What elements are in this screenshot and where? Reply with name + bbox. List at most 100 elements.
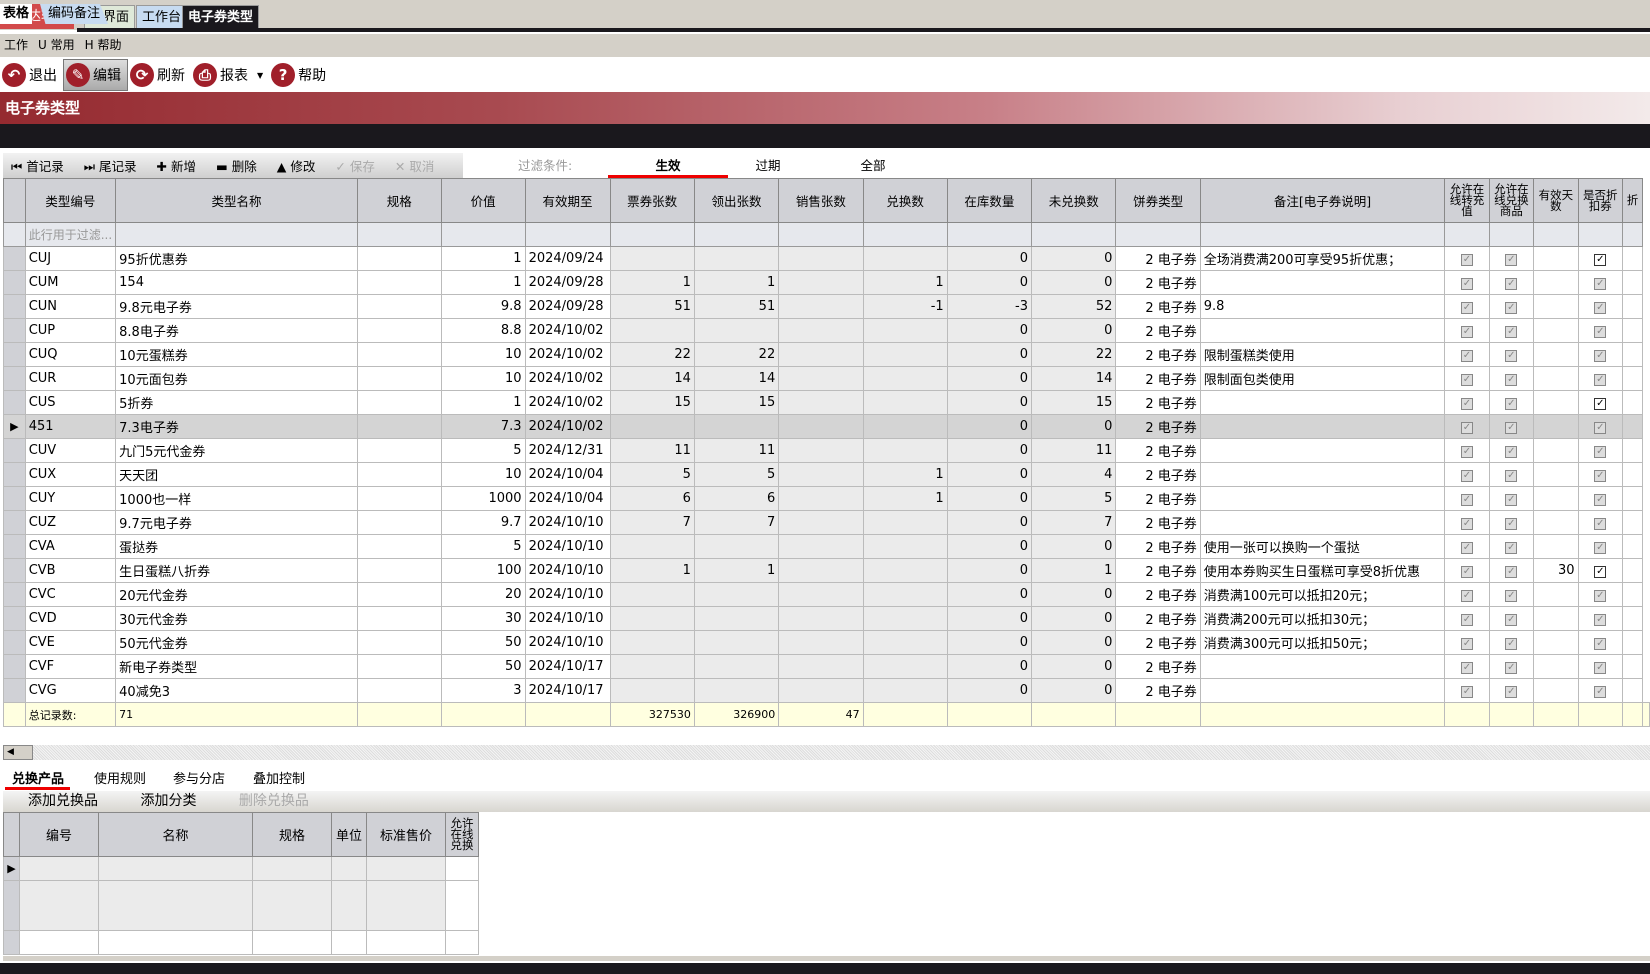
- cell-value[interactable]: 1: [440, 246, 526, 271]
- scroll-left-button[interactable]: ◀: [3, 745, 33, 760]
- cell-issued[interactable]: [693, 534, 780, 559]
- table-row[interactable]: CUR 10元面包券 10 2024/10/02 14 14 0 14 2 电子券 限制面包类使用…: [3, 366, 1650, 391]
- cell-stock[interactable]: 0: [946, 678, 1033, 703]
- row-selector[interactable]: [3, 246, 26, 271]
- online-exchange-checkbox[interactable]: ✓: [1488, 486, 1535, 511]
- cell-issued[interactable]: 14: [693, 366, 780, 391]
- cell-unredeemed[interactable]: 1: [1031, 558, 1117, 583]
- online-exchange-checkbox[interactable]: ✓: [1488, 246, 1535, 271]
- cell-spec[interactable]: [356, 246, 442, 271]
- table-row[interactable]: CVE 50元代金券 50 2024/10/10 0 0 2 电子券 消费满300元可以抵扣5…: [3, 630, 1650, 655]
- cell-valid-days[interactable]: [1533, 462, 1579, 487]
- cell-name[interactable]: 8.8电子券: [115, 318, 358, 343]
- col-header-type[interactable]: 饼券类型: [1115, 178, 1201, 223]
- cell-value[interactable]: 8.8: [440, 318, 526, 343]
- cell-stock[interactable]: 0: [946, 438, 1033, 463]
- cell-note[interactable]: [1199, 414, 1446, 439]
- cell-type[interactable]: 2 电子券: [1115, 414, 1201, 439]
- online-recharge-checkbox[interactable]: ✓: [1444, 294, 1490, 319]
- cell-unredeemed[interactable]: 11: [1031, 438, 1117, 463]
- online-recharge-checkbox[interactable]: ✓: [1444, 390, 1490, 415]
- cell-expiry[interactable]: 2024/10/10: [524, 534, 611, 559]
- cell-type[interactable]: 2 电子券: [1115, 510, 1201, 535]
- row-selector[interactable]: [3, 510, 26, 535]
- tab-code-notes[interactable]: 编码备注: [40, 4, 109, 24]
- cell-unredeemed[interactable]: 52: [1031, 294, 1117, 319]
- cell-sold[interactable]: [778, 534, 864, 559]
- cell-valid-days[interactable]: [1533, 630, 1579, 655]
- cell-spec[interactable]: [356, 486, 442, 511]
- add-category-button[interactable]: 添加分类: [140, 793, 196, 809]
- cell-exchanged[interactable]: [862, 414, 948, 439]
- table-row[interactable]: CUY 1000也一样 1000 2024/10/04 6 6 1 0 5 2 电子券 ✓ ✓ ✓: [3, 486, 1650, 511]
- cell-exchanged[interactable]: [862, 558, 948, 583]
- cell-value[interactable]: 5: [440, 438, 526, 463]
- online-recharge-checkbox[interactable]: ✓: [1444, 678, 1490, 703]
- discount-checkbox[interactable]: ✓: [1577, 294, 1623, 319]
- online-recharge-checkbox[interactable]: ✓: [1444, 606, 1490, 631]
- cell-note[interactable]: 消费满300元可以抵扣50元；: [1199, 630, 1446, 655]
- discount-checkbox[interactable]: ✓: [1577, 246, 1623, 271]
- cell-type[interactable]: 2 电子券: [1115, 606, 1201, 631]
- filter-cell[interactable]: [1621, 222, 1644, 247]
- discount-checkbox[interactable]: ✓: [1577, 270, 1623, 295]
- cell-valid-days[interactable]: [1533, 654, 1579, 679]
- cell-stock[interactable]: 0: [946, 510, 1033, 535]
- row-selector[interactable]: [3, 582, 26, 607]
- cell-sold[interactable]: [778, 294, 864, 319]
- horizontal-scrollbar[interactable]: [3, 745, 1650, 760]
- discount-checkbox[interactable]: ✓: [1577, 390, 1623, 415]
- cell-code[interactable]: CVE: [24, 630, 117, 655]
- col-header-expiry[interactable]: 有效期至: [524, 178, 611, 223]
- cell-issued[interactable]: 11: [693, 438, 780, 463]
- row-selector[interactable]: [3, 270, 26, 295]
- edit-button[interactable]: ✎ 编辑: [63, 59, 128, 91]
- tab-exchange-products[interactable]: 兑换产品: [5, 768, 70, 790]
- row-selector[interactable]: [3, 318, 26, 343]
- cell-value[interactable]: 7.3: [440, 414, 526, 439]
- cell-spec[interactable]: [356, 366, 442, 391]
- cell-valid-days[interactable]: [1533, 606, 1579, 631]
- cell-expiry[interactable]: 2024/10/02: [524, 366, 611, 391]
- cell-stock[interactable]: 0: [946, 342, 1033, 367]
- row-selector[interactable]: [3, 438, 26, 463]
- tab-stacking[interactable]: 叠加控制: [253, 768, 305, 787]
- col-header-price[interactable]: 标准售价: [366, 812, 446, 857]
- cell-stock[interactable]: 0: [946, 462, 1033, 487]
- cell-exchanged[interactable]: [862, 678, 948, 703]
- cell-tickets[interactable]: [609, 414, 695, 439]
- cell-tickets[interactable]: 5: [609, 462, 695, 487]
- table-row[interactable]: CUV 九门5元代金券 5 2024/12/31 11 11 0 11 2 电子券 ✓ ✓ ✓: [3, 438, 1650, 463]
- cell-expiry[interactable]: 2024/10/10: [524, 510, 611, 535]
- cell-sold[interactable]: [778, 558, 864, 583]
- cell-issued[interactable]: [693, 606, 780, 631]
- col-header-tickets[interactable]: 票券张数: [609, 178, 695, 223]
- col-header-note[interactable]: 备注[电子券说明]: [1199, 178, 1446, 223]
- cell-value[interactable]: 100: [440, 558, 526, 583]
- cell-tickets[interactable]: [609, 630, 695, 655]
- cell-sold[interactable]: [778, 582, 864, 607]
- filter-cell[interactable]: [946, 222, 1033, 247]
- online-exchange-checkbox[interactable]: ✓: [1488, 654, 1535, 679]
- cell-tickets[interactable]: [609, 654, 695, 679]
- cell-sold[interactable]: [778, 486, 864, 511]
- cell-unredeemed[interactable]: 0: [1031, 678, 1117, 703]
- col-header-stock[interactable]: 在库数量: [946, 178, 1033, 223]
- cell-stock[interactable]: 0: [946, 558, 1033, 583]
- cell-stock[interactable]: 0: [946, 606, 1033, 631]
- discount-checkbox[interactable]: ✓: [1577, 678, 1623, 703]
- cell-spec[interactable]: [356, 510, 442, 535]
- table-row[interactable]: CVG 40减免3 3 2024/10/17 0 0 2 电子券 ✓ ✓ ✓: [3, 678, 1650, 703]
- cell-unredeemed[interactable]: 5: [1031, 486, 1117, 511]
- cell-expiry[interactable]: 2024/10/10: [524, 558, 611, 583]
- discount-checkbox[interactable]: ✓: [1577, 318, 1623, 343]
- cell-stock[interactable]: 0: [946, 414, 1033, 439]
- cell-unredeemed[interactable]: 15: [1031, 390, 1117, 415]
- cell-tickets[interactable]: 6: [609, 486, 695, 511]
- cell-issued[interactable]: 22: [693, 342, 780, 367]
- cell-valid-days[interactable]: [1533, 294, 1579, 319]
- cell-value[interactable]: 10: [440, 462, 526, 487]
- online-recharge-checkbox[interactable]: ✓: [1444, 414, 1490, 439]
- cell-tickets[interactable]: [609, 246, 695, 271]
- filter-row[interactable]: 此行用于过滤...: [3, 222, 1650, 247]
